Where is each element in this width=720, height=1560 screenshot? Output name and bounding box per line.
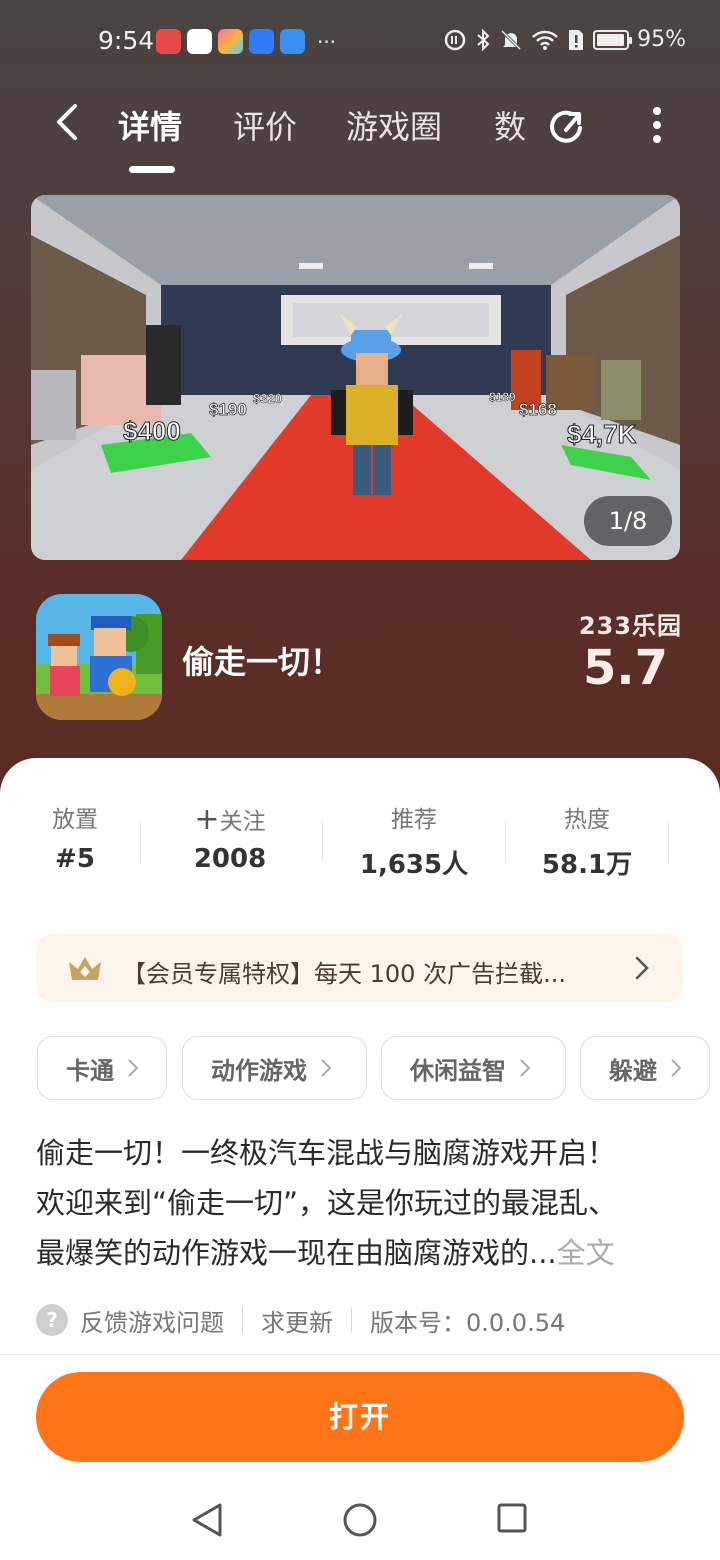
status-bar: 9:54 ··· 95% — [0, 0, 720, 86]
tab-reviews[interactable]: 评价 — [233, 102, 297, 148]
battery-icon — [593, 29, 633, 50]
read-more-link[interactable]: 全文 — [557, 1236, 615, 1270]
system-status: 95% — [443, 27, 686, 52]
rating-score: 5.7 — [582, 640, 668, 696]
stat-recommend: 推荐 1,635人 — [359, 807, 469, 880]
version-label: 版本号：0.0.0.54 — [370, 1308, 566, 1337]
app-notification-icon — [187, 29, 212, 54]
more-options-icon[interactable] — [640, 102, 674, 148]
price-label: $4,7K — [567, 419, 637, 449]
feedback-link[interactable]: 反馈游戏问题 — [80, 1303, 224, 1338]
stat-placement: 放置 #5 — [52, 807, 98, 874]
price-label: $320 — [253, 391, 282, 406]
tag-cartoon[interactable]: 卡通 — [37, 1036, 167, 1100]
price-label: $189 — [489, 390, 516, 404]
mute-bell-icon — [501, 29, 522, 50]
request-update-link[interactable]: 求更新 — [261, 1303, 333, 1338]
gallery-counter: 1/8 — [584, 496, 672, 546]
status-time: 9:54 — [98, 26, 155, 55]
price-label: $400 — [123, 416, 181, 446]
app-notification-icon — [156, 29, 181, 54]
active-tab-indicator — [129, 166, 175, 173]
tag-dodge[interactable]: 躲避 — [580, 1036, 710, 1100]
divider — [0, 1354, 720, 1355]
chevron-right-icon — [321, 1059, 331, 1077]
chevron-right-icon — [671, 1059, 681, 1077]
chevron-right-icon — [635, 956, 649, 980]
stat-follow[interactable]: +关注 2008 — [155, 800, 305, 874]
system-navigation — [0, 1480, 720, 1560]
tag-action[interactable]: 动作游戏 — [182, 1036, 367, 1100]
share-icon[interactable] — [544, 102, 590, 148]
vip-privilege-banner[interactable]: 【会员专属特权】每天 100 次广告拦截... — [36, 934, 683, 1002]
back-arrow-icon[interactable] — [48, 102, 88, 142]
recents-square-icon[interactable] — [496, 1502, 528, 1534]
game-screenshot: $400 $190 $320 $168 $4,7K $189 — [31, 195, 680, 560]
store-logo: 233乐园 — [578, 612, 682, 640]
notification-icons: ··· — [156, 29, 336, 54]
wifi-icon — [532, 30, 558, 50]
price-label: $190 — [209, 400, 247, 419]
nfc-icon — [444, 29, 466, 50]
price-label: $168 — [519, 400, 557, 419]
top-nav: 详情 评价 游戏圈 数 — [0, 88, 720, 178]
tab-data[interactable]: 数 — [494, 102, 526, 148]
tab-details[interactable]: 详情 — [118, 102, 182, 148]
question-icon: ? — [36, 1304, 68, 1336]
open-button[interactable]: 打开 — [36, 1372, 684, 1462]
plus-icon: + — [194, 802, 220, 837]
meta-row: ? 反馈游戏问题 求更新 版本号：0.0.0.54 — [36, 1300, 565, 1340]
chevron-right-icon — [520, 1059, 530, 1077]
home-circle-icon[interactable] — [342, 1502, 378, 1538]
bluetooth-icon — [477, 28, 490, 51]
chevron-right-icon — [128, 1059, 138, 1077]
game-description: 偷走一切！一终极汽车混战与脑腐游戏开启！ 欢迎来到“偷走一切”，这是你玩过的最混… — [36, 1136, 618, 1270]
app-icon — [36, 594, 162, 720]
screenshot-gallery[interactable]: $400 $190 $320 $168 $4,7K $189 1/8 — [31, 195, 680, 560]
battery-percent: 95% — [637, 27, 686, 52]
sim-alert-icon — [569, 29, 584, 50]
stats-row: 放置 #5 +关注 2008 推荐 1,635人 热度 58.1万 — [0, 800, 720, 890]
tab-game-circle[interactable]: 游戏圈 — [346, 102, 442, 148]
vip-text: 【会员专属特权】每天 100 次广告拦截... — [122, 960, 566, 988]
stat-popularity: 热度 58.1万 — [541, 807, 633, 880]
crown-icon — [69, 957, 101, 980]
app-notification-icon — [218, 29, 243, 54]
weather-notification-icon — [280, 29, 305, 54]
app-name: 偷走一切！ — [182, 643, 343, 681]
back-triangle-icon[interactable] — [190, 1502, 224, 1538]
more-notifications-icon: ··· — [317, 29, 337, 54]
tag-casual-puzzle[interactable]: 休闲益智 — [381, 1036, 566, 1100]
lightbulb-notification-icon — [249, 29, 274, 54]
